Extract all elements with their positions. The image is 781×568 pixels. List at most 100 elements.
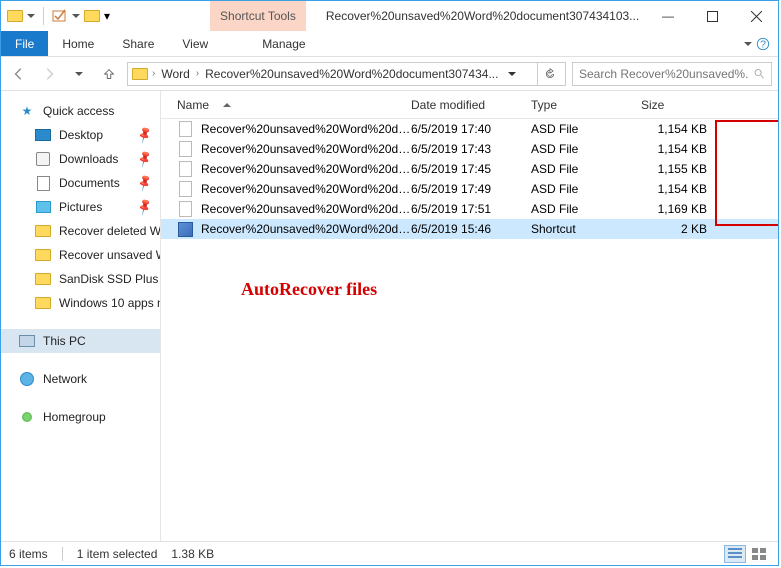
column-name[interactable]: Name: [161, 98, 411, 112]
folder-icon: [35, 223, 51, 239]
address-bar[interactable]: › Word › Recover%20unsaved%20Word%20docu…: [127, 62, 566, 86]
search-icon: [754, 68, 765, 80]
tab-file[interactable]: File: [1, 31, 48, 56]
svg-text:?: ?: [760, 38, 766, 50]
file-type: ASD File: [531, 122, 641, 136]
pin-icon: 📌: [135, 173, 155, 193]
qat-history-dropdown-icon[interactable]: [72, 14, 80, 18]
thispc-icon: [19, 333, 35, 349]
file-list: Name Date modified Type Size AutoRecover…: [161, 91, 778, 541]
tab-manage[interactable]: Manage: [248, 31, 319, 56]
nav-this-pc[interactable]: This PC: [1, 329, 160, 353]
maximize-button[interactable]: [690, 2, 734, 30]
nav-pictures[interactable]: Pictures📌: [1, 195, 160, 219]
file-date: 6/5/2019 17:49: [411, 182, 531, 196]
navigation-pane: ★ Quick access Desktop📌 Downloads📌 Docum…: [1, 91, 161, 541]
folder-icon: [35, 247, 51, 263]
file-name: Recover%20unsaved%20Word%20docu...: [201, 122, 411, 136]
column-date[interactable]: Date modified: [411, 98, 531, 112]
breadcrumb-current[interactable]: Recover%20unsaved%20Word%20document30743…: [203, 67, 500, 81]
refresh-button[interactable]: [537, 62, 561, 86]
file-type: ASD File: [531, 142, 641, 156]
search-input[interactable]: [579, 67, 748, 81]
properties-checkbox-icon[interactable]: [52, 8, 68, 24]
details-view-button[interactable]: [724, 545, 746, 563]
nav-desktop[interactable]: Desktop📌: [1, 123, 160, 147]
quick-access-toolbar: ▾: [1, 7, 110, 25]
address-dropdown-icon[interactable]: [504, 72, 520, 76]
file-row[interactable]: Recover%20unsaved%20Word%20docu...6/5/20…: [161, 139, 778, 159]
ribbon-expand-icon[interactable]: [744, 42, 752, 46]
new-folder-icon[interactable]: [84, 8, 100, 24]
file-type: Shortcut: [531, 222, 641, 236]
file-type: ASD File: [531, 162, 641, 176]
contextual-tab-shortcut-tools[interactable]: Shortcut Tools: [210, 1, 306, 31]
file-rows: AutoRecover files Recover%20unsaved%20Wo…: [161, 119, 778, 541]
file-size: 1,155 KB: [641, 162, 721, 176]
nav-folder[interactable]: SanDisk SSD Plus: [1, 267, 160, 291]
file-row[interactable]: Recover%20unsaved%20Word%20docu...6/5/20…: [161, 159, 778, 179]
nav-folder[interactable]: Windows 10 apps m: [1, 291, 160, 315]
file-icon: [177, 181, 193, 197]
shortcut-icon: [177, 221, 193, 237]
tab-home[interactable]: Home: [48, 31, 108, 56]
separator: [62, 547, 63, 561]
nav-folder[interactable]: Recover deleted Wo: [1, 219, 160, 243]
tab-view[interactable]: View: [168, 31, 222, 56]
search-box[interactable]: [572, 62, 772, 86]
breadcrumb-word[interactable]: Word: [159, 67, 191, 81]
nav-homegroup[interactable]: Homegroup: [1, 405, 160, 429]
forward-button[interactable]: [37, 62, 61, 86]
separator: [43, 7, 44, 25]
breadcrumb-separator[interactable]: ›: [152, 68, 155, 79]
column-type[interactable]: Type: [531, 98, 641, 112]
file-size: 1,154 KB: [641, 182, 721, 196]
file-name: Recover%20unsaved%20Word%20docu...: [201, 182, 411, 196]
folder-icon: [35, 271, 51, 287]
nav-downloads[interactable]: Downloads📌: [1, 147, 160, 171]
file-date: 6/5/2019 17:45: [411, 162, 531, 176]
desktop-icon: [35, 127, 51, 143]
file-row[interactable]: Recover%20unsaved%20Word%20docu...6/5/20…: [161, 219, 778, 239]
breadcrumb-separator[interactable]: ›: [196, 68, 199, 79]
address-folder-icon: [132, 66, 148, 82]
file-row[interactable]: Recover%20unsaved%20Word%20docu...6/5/20…: [161, 199, 778, 219]
file-icon: [177, 141, 193, 157]
file-size: 1,154 KB: [641, 142, 721, 156]
close-button[interactable]: [734, 2, 778, 30]
column-headers: Name Date modified Type Size: [161, 91, 778, 119]
column-size[interactable]: Size: [641, 98, 721, 112]
nav-quick-access[interactable]: ★ Quick access: [1, 99, 160, 123]
tab-share[interactable]: Share: [108, 31, 168, 56]
help-icon[interactable]: ?: [756, 37, 770, 51]
ribbon-tabs: File Home Share View Manage ?: [1, 31, 778, 57]
file-row[interactable]: Recover%20unsaved%20Word%20docu...6/5/20…: [161, 179, 778, 199]
nav-documents[interactable]: Documents📌: [1, 171, 160, 195]
minimize-button[interactable]: —: [646, 2, 690, 30]
status-bar: 6 items 1 item selected 1.38 KB: [1, 541, 778, 565]
recent-locations-dropdown[interactable]: [67, 62, 91, 86]
file-size: 2 KB: [641, 222, 721, 236]
file-row[interactable]: Recover%20unsaved%20Word%20docu...6/5/20…: [161, 119, 778, 139]
nav-folder[interactable]: Recover unsaved W: [1, 243, 160, 267]
title-bar: ▾ Shortcut Tools Recover%20unsaved%20Wor…: [1, 1, 778, 31]
nav-network[interactable]: Network: [1, 367, 160, 391]
qat-customize-icon[interactable]: ▾: [104, 9, 110, 23]
nav-label: Quick access: [43, 104, 114, 118]
window-title: Recover%20unsaved%20Word%20document30743…: [326, 9, 639, 23]
file-date: 6/5/2019 15:46: [411, 222, 531, 236]
file-date: 6/5/2019 17:43: [411, 142, 531, 156]
status-selected-count: 1 item selected: [77, 547, 158, 561]
network-icon: [19, 371, 35, 387]
qat-dropdown-icon[interactable]: [27, 14, 35, 18]
file-icon: [177, 161, 193, 177]
downloads-icon: [35, 151, 51, 167]
folder-icon: [35, 295, 51, 311]
body: ★ Quick access Desktop📌 Downloads📌 Docum…: [1, 91, 778, 541]
annotation-text: AutoRecover files: [241, 279, 377, 300]
folder-icon: [7, 8, 23, 24]
large-icons-view-button[interactable]: [748, 545, 770, 563]
up-button[interactable]: [97, 62, 121, 86]
back-button[interactable]: [7, 62, 31, 86]
pictures-icon: [35, 199, 51, 215]
